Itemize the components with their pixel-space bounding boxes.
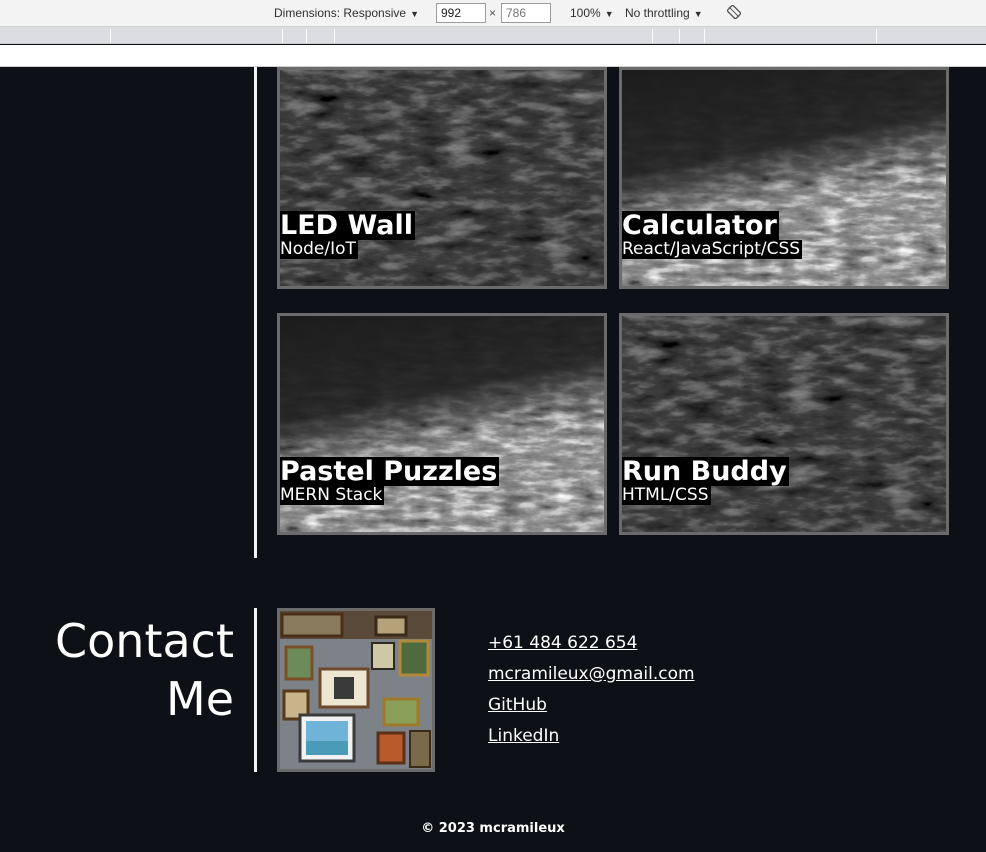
chevron-down-icon: ▼ [410,9,419,19]
project-card-run-buddy[interactable]: Run Buddy HTML/CSS [619,313,949,535]
contact-divider [254,608,257,772]
zoom-label: 100% [570,6,601,20]
project-caption: Run Buddy HTML/CSS [622,457,789,505]
project-subtitle: React/JavaScript/CSS [622,239,803,259]
phone-link[interactable]: +61 484 622 654 [488,628,695,659]
project-card-pastel-puzzles[interactable]: Pastel Puzzles MERN Stack [277,313,607,535]
gallery-wall-image [280,611,432,769]
chevron-down-icon: ▼ [604,9,614,19]
contact-heading-line1: Contact [55,614,234,668]
width-input[interactable] [436,3,486,23]
project-title: Pastel Puzzles [280,456,500,487]
dimensions-dropdown[interactable]: Dimensions: Responsive ▼ [274,6,419,20]
ruler-tick [876,29,877,43]
project-subtitle: Node/IoT [280,239,358,259]
project-card-calculator[interactable]: Calculator React/JavaScript/CSS [619,67,949,289]
zoom-dropdown[interactable]: 100% ▼ [570,6,614,20]
footer-copyright: © 2023 mcramileux [421,821,565,836]
rotate-icon[interactable] [727,5,741,19]
linkedin-link[interactable]: LinkedIn [488,721,695,752]
project-card-led-wall[interactable]: LED Wall Node/IoT [277,67,607,289]
chevron-down-icon: ▼ [693,9,703,19]
devtools-toolbar: Dimensions: Responsive▼ × 100%▼ No throt… [0,0,986,27]
project-title: Calculator [622,210,779,241]
project-subtitle: MERN Stack [280,485,385,505]
throttling-dropdown[interactable]: No throttling ▼ [625,6,703,20]
height-input[interactable] [501,3,551,23]
ruler-tick [652,29,653,43]
media-query-ruler[interactable] [0,27,986,44]
ruler-tick [334,29,335,43]
project-caption: Calculator React/JavaScript/CSS [622,210,803,259]
project-caption: Pastel Puzzles MERN Stack [280,456,500,505]
contact-heading: Contact Me [55,612,234,728]
project-title: LED Wall [280,210,416,241]
throttling-label: No throttling [625,6,690,20]
project-title: Run Buddy [622,456,789,487]
ruler-tick [282,29,283,43]
ruler-tick [306,29,307,43]
projects-divider [254,67,257,558]
email-link[interactable]: mcramileux@gmail.com [488,659,695,690]
ruler-tick [704,29,705,43]
ruler-strip [0,45,986,67]
contact-links: +61 484 622 654 mcramileux@gmail.com Git… [488,628,695,752]
contact-photo [277,608,435,772]
dimensions-label: Dimensions: Responsive [274,6,407,20]
github-link[interactable]: GitHub [488,690,695,721]
project-caption: LED Wall Node/IoT [280,210,416,259]
ruler-tick [679,29,680,43]
contact-heading-line2: Me [166,672,234,726]
ruler-tick [110,29,111,43]
times-separator: × [489,6,497,20]
project-subtitle: HTML/CSS [622,485,711,505]
